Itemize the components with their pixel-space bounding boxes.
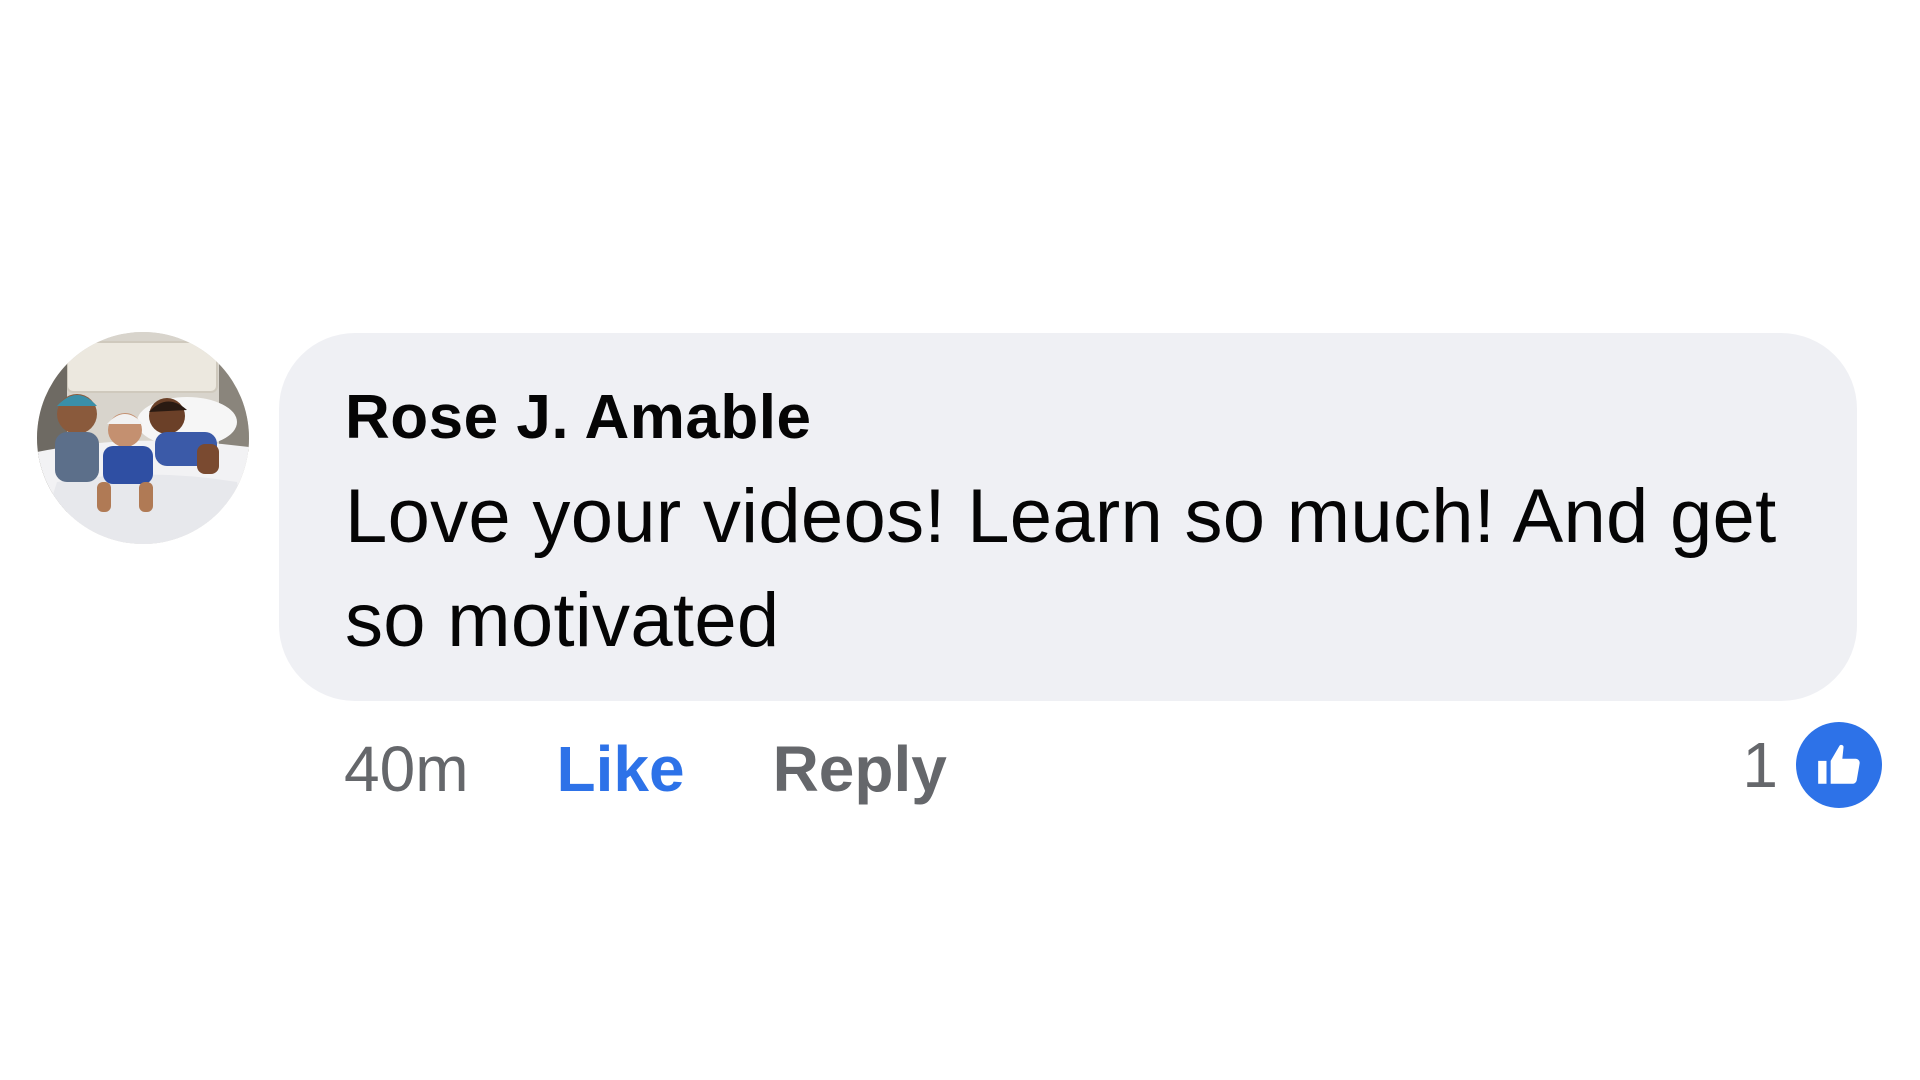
comment-bubble: Rose J. Amable Love your videos! Learn s… [279,333,1857,701]
comment-timestamp[interactable]: 40m [344,732,469,806]
profile-photo-icon [37,332,249,544]
reaction-summary[interactable]: 1 [1742,720,1882,810]
like-button[interactable]: Like [557,732,685,806]
reaction-count: 1 [1742,729,1778,801]
avatar[interactable] [37,332,249,544]
reply-button[interactable]: Reply [773,732,947,806]
comment-text: Love your videos! Learn so much! And get… [345,474,1777,663]
thumbs-up-icon [1796,722,1882,808]
comment-actions: 40m Like Reply [344,724,947,814]
comment: Rose J. Amable Love your videos! Learn s… [0,0,1920,1080]
comment-author[interactable]: Rose J. Amable [345,375,1807,461]
